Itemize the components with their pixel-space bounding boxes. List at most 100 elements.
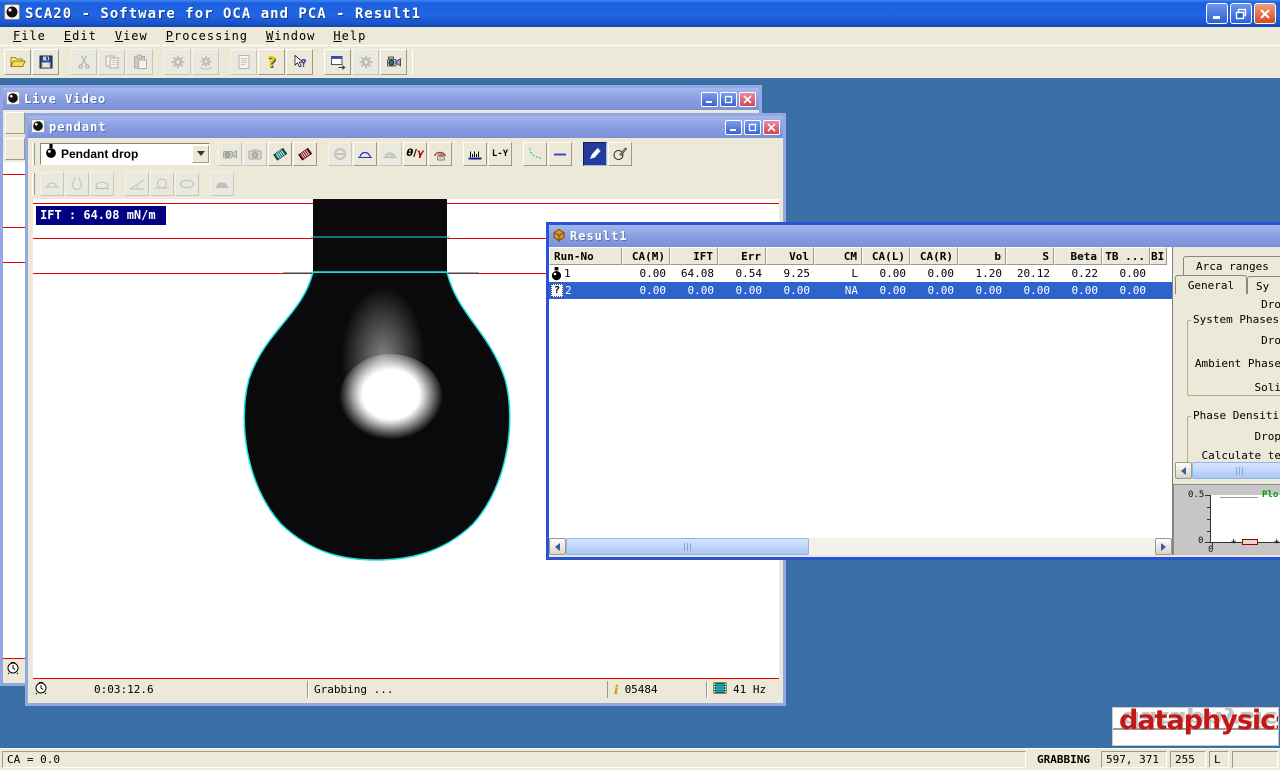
result-window[interactable]: Result1 Run-NoCA(M)IFTErrVolCMCA(L)CA(R)… bbox=[546, 222, 1280, 560]
live-video-minimize-button[interactable] bbox=[701, 92, 718, 107]
table-row-1[interactable]: 10.0064.080.549.25L0.000.001.2020.120.22… bbox=[549, 265, 1172, 282]
menu-window[interactable]: Window bbox=[257, 28, 324, 44]
scroll-left-button[interactable] bbox=[1175, 462, 1192, 479]
method-selector[interactable]: Pendant drop bbox=[40, 143, 210, 165]
theta-gamma-button[interactable]: θ/γ bbox=[403, 142, 427, 166]
scroll-thumb[interactable] bbox=[566, 538, 809, 555]
column-header-tb-[interactable]: TB ... bbox=[1102, 247, 1150, 265]
result-hscrollbar[interactable] bbox=[549, 538, 1172, 555]
live-video-close-button[interactable] bbox=[739, 92, 756, 107]
dropdown-arrow-icon[interactable] bbox=[192, 145, 209, 163]
close-button[interactable] bbox=[1254, 3, 1276, 24]
plot-legend: Plo bbox=[1262, 490, 1278, 500]
tab-general[interactable]: General bbox=[1175, 275, 1247, 294]
toolbar-button-fragment[interactable] bbox=[5, 138, 25, 160]
scroll-right-button[interactable] bbox=[1155, 538, 1172, 555]
hand-measure-button[interactable] bbox=[428, 142, 452, 166]
profile-curve-button[interactable] bbox=[523, 142, 547, 166]
label-drop-clipped: Dro bbox=[1261, 298, 1280, 311]
pendant-restore-button[interactable] bbox=[744, 120, 761, 135]
result-title-bar[interactable]: Result1 bbox=[549, 225, 1280, 247]
tab-area-ranges[interactable]: Arca ranges bbox=[1183, 256, 1280, 276]
column-header-vol[interactable]: Vol bbox=[766, 247, 814, 265]
menu-edit[interactable]: Edit bbox=[55, 28, 106, 44]
label-drop-clipped: Drop bbox=[1255, 430, 1280, 443]
film-strip-red-button[interactable] bbox=[293, 142, 317, 166]
circle-shape-button bbox=[150, 172, 174, 196]
status-empty-panel bbox=[1232, 751, 1278, 768]
result-table: Run-NoCA(M)IFTErrVolCMCA(L)CA(R)bSBetaTB… bbox=[549, 247, 1173, 555]
result-cell: 0.00 bbox=[862, 265, 910, 282]
pendant-icon bbox=[31, 118, 45, 137]
result-cell: 0.00 bbox=[910, 265, 958, 282]
scroll-left-button[interactable] bbox=[549, 538, 566, 555]
status-message: Grabbing ... bbox=[314, 683, 393, 696]
pendant-minimize-button[interactable] bbox=[725, 120, 742, 135]
context-help-button[interactable]: ? bbox=[286, 49, 313, 75]
live-video-restore-button[interactable] bbox=[720, 92, 737, 107]
minimize-button[interactable] bbox=[1206, 3, 1228, 24]
toolbar-grip[interactable] bbox=[32, 173, 35, 195]
column-header-beta[interactable]: Beta bbox=[1054, 247, 1102, 265]
live-video-title-bar[interactable]: Live Video bbox=[3, 88, 759, 110]
menu-file[interactable]: File bbox=[4, 28, 55, 44]
status-mode: GRABBING bbox=[1029, 753, 1098, 766]
pendant-close-button[interactable] bbox=[763, 120, 780, 135]
main-status-bar: CA = 0.0 GRABBING 597, 371 255 L bbox=[0, 748, 1280, 770]
result-cell: 0.00 bbox=[1102, 265, 1150, 282]
result-cell: 0.00 bbox=[1054, 282, 1102, 299]
baseline-button[interactable] bbox=[548, 142, 572, 166]
menu-processing[interactable]: Processing bbox=[157, 28, 257, 44]
column-header-ca-l-[interactable]: CA(L) bbox=[862, 247, 910, 265]
column-header-cm[interactable]: CM bbox=[814, 247, 862, 265]
open-file-button[interactable] bbox=[4, 49, 31, 75]
result-title: Result1 bbox=[570, 229, 628, 243]
snapshot-button bbox=[243, 142, 267, 166]
laplace-young-button[interactable]: L-Y bbox=[488, 142, 512, 166]
y-axis-tick bbox=[1205, 495, 1210, 496]
column-header-ift[interactable]: IFT bbox=[670, 247, 718, 265]
toolbar-separator bbox=[115, 172, 125, 196]
method-selector-value: Pendant drop bbox=[61, 147, 138, 161]
column-header-err[interactable]: Err bbox=[718, 247, 766, 265]
result-cell: 0.22 bbox=[1054, 265, 1102, 282]
video-camera-button bbox=[218, 142, 242, 166]
result-cell: 0.00 bbox=[910, 282, 958, 299]
help-button[interactable]: ? bbox=[258, 49, 285, 75]
status-ca-readout: CA = 0.0 bbox=[2, 751, 1026, 768]
status-message-cell: Grabbing ... bbox=[308, 681, 607, 698]
column-header-bi[interactable]: BI bbox=[1150, 247, 1167, 265]
column-header-b[interactable]: b bbox=[958, 247, 1006, 265]
menu-view[interactable]: View bbox=[106, 28, 157, 44]
cut-button bbox=[70, 49, 97, 75]
column-header-run-no[interactable]: Run-No bbox=[549, 247, 622, 265]
column-header-ca-m-[interactable]: CA(M) bbox=[622, 247, 670, 265]
menu-help[interactable]: Help bbox=[324, 28, 375, 44]
sessile-arc-button[interactable] bbox=[353, 142, 377, 166]
baseline-ruler-button[interactable] bbox=[463, 142, 487, 166]
scroll-thumb[interactable] bbox=[1192, 462, 1280, 479]
y-axis-minor-tick bbox=[1207, 531, 1210, 532]
tab-system[interactable]: Sy bbox=[1247, 276, 1280, 294]
restore-button[interactable] bbox=[1230, 3, 1252, 24]
table-row-2[interactable]: ?20.000.000.000.00NA0.000.000.000.000.00… bbox=[549, 282, 1172, 299]
video-device-button[interactable] bbox=[380, 49, 407, 75]
pendant-title: pendant bbox=[49, 120, 107, 134]
frame-counter: 05484 bbox=[625, 683, 658, 696]
result-cell: 9.25 bbox=[766, 265, 814, 282]
transfer-window-button[interactable] bbox=[324, 49, 351, 75]
film-strip-teal-button[interactable] bbox=[268, 142, 292, 166]
circle-edit-button[interactable] bbox=[608, 142, 632, 166]
save-file-button[interactable] bbox=[32, 49, 59, 75]
pendant-drop-icon bbox=[551, 267, 562, 281]
column-header-ca-r-[interactable]: CA(R) bbox=[910, 247, 958, 265]
toolbar-grip[interactable] bbox=[32, 143, 35, 165]
toolbar-button-fragment[interactable] bbox=[5, 112, 25, 134]
pendant-title-bar[interactable]: pendant bbox=[28, 116, 783, 138]
captive-arc-button bbox=[378, 142, 402, 166]
result-cell: NA bbox=[814, 282, 862, 299]
magnify-edit-button[interactable] bbox=[583, 142, 607, 166]
process-gear-button bbox=[352, 49, 379, 75]
column-header-s[interactable]: S bbox=[1006, 247, 1054, 265]
panel-hscrollbar[interactable] bbox=[1175, 462, 1280, 479]
